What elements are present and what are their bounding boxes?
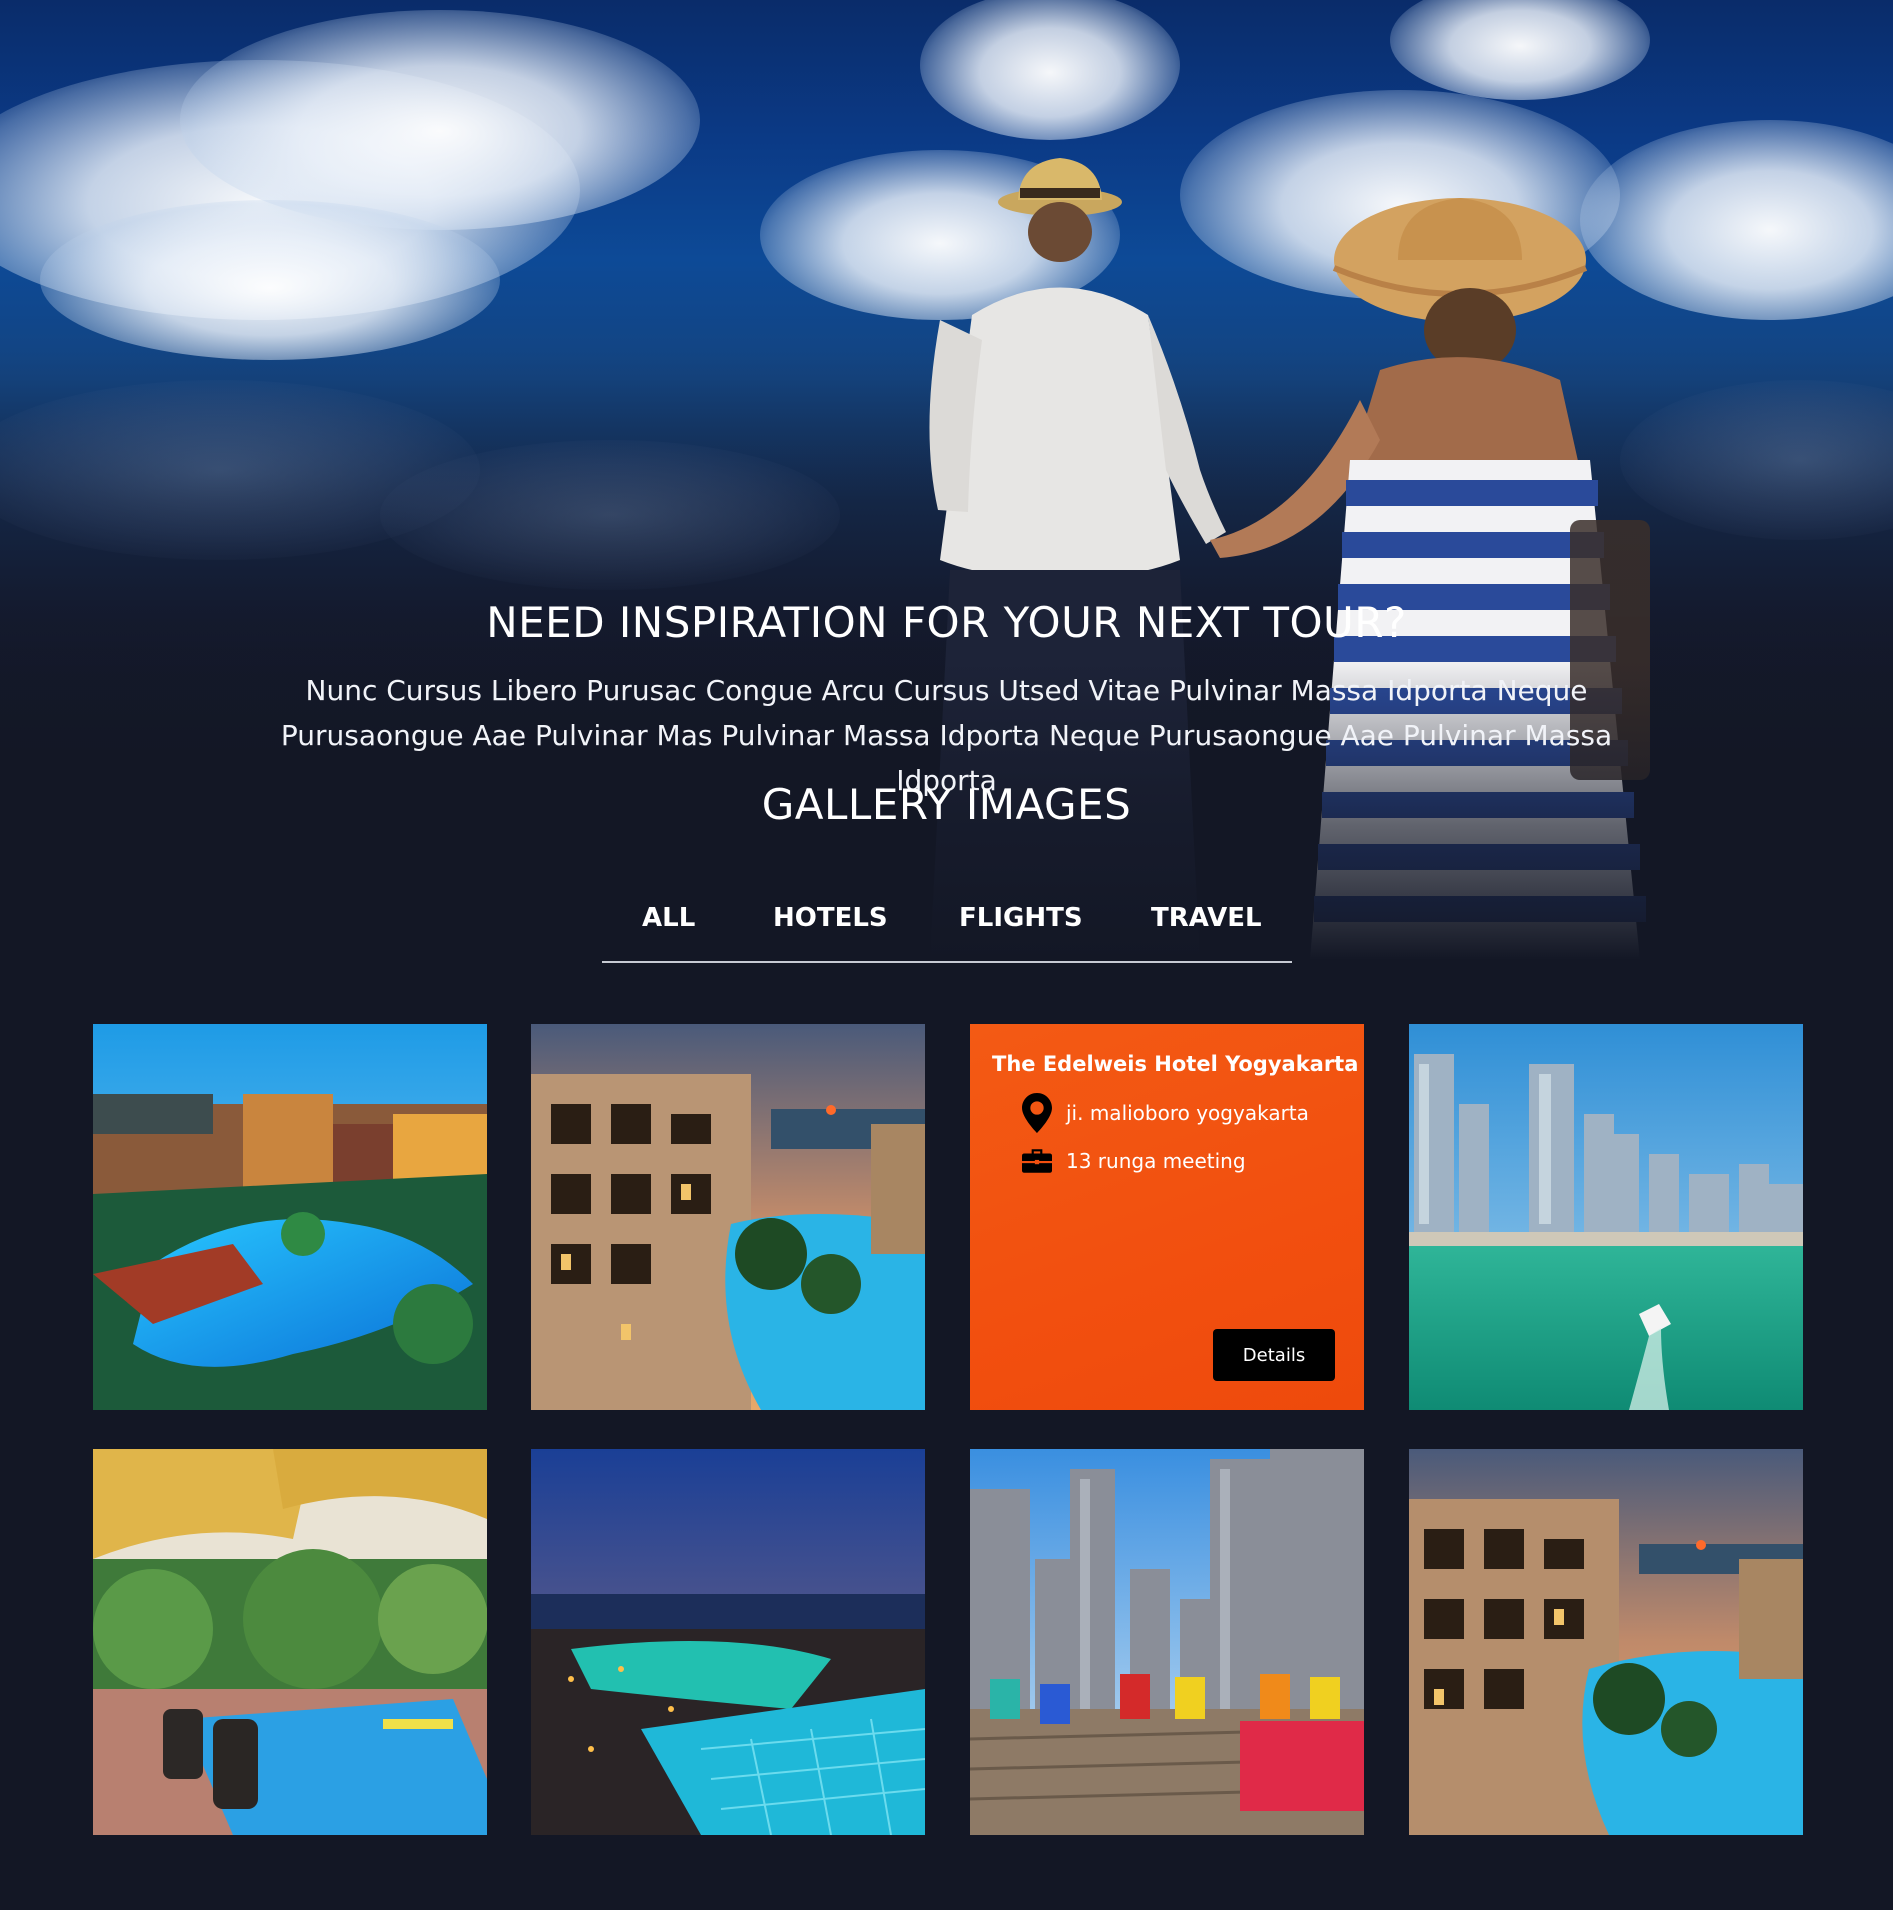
hotel-location-row: ji. malioboro yogyakarta: [1022, 1093, 1309, 1133]
gallery-image-tropical-pool[interactable]: [93, 1449, 487, 1835]
couple-photo: [880, 158, 1680, 960]
gallery-image-sunset-resort[interactable]: [531, 1024, 925, 1410]
hero-banner: [0, 0, 1893, 1000]
hotel-meeting-row: 13 runga meeting: [1022, 1148, 1246, 1174]
page: NEED INSPIRATION FOR YOUR NEXT TOUR? Nun…: [0, 0, 1893, 1910]
gallery-title: GALLERY IMAGES: [761, 780, 1132, 829]
gallery-image-resort-canal[interactable]: [1409, 1449, 1803, 1835]
gallery-image-marina-skyline[interactable]: [1409, 1024, 1803, 1410]
details-button[interactable]: Details: [1213, 1329, 1335, 1381]
tab-flights[interactable]: FLIGHTS: [959, 903, 1083, 933]
tab-travel[interactable]: TRAVEL: [1151, 903, 1262, 933]
gallery-image-resort-pool[interactable]: [93, 1024, 487, 1410]
briefcase-icon: [1022, 1148, 1052, 1174]
inspiration-title: NEED INSPIRATION FOR YOUR NEXT TOUR?: [486, 598, 1407, 647]
gallery-image-night-resort[interactable]: [531, 1449, 925, 1835]
featured-hotel-card[interactable]: The Edelweis Hotel Yogyakarta ji. maliob…: [970, 1024, 1364, 1410]
tab-hotels[interactable]: HOTELS: [773, 903, 888, 933]
hotel-location: ji. malioboro yogyakarta: [1066, 1101, 1309, 1125]
gallery-image-rooftop-deck[interactable]: [970, 1449, 1364, 1835]
hotel-meeting: 13 runga meeting: [1066, 1149, 1246, 1173]
tab-all[interactable]: ALL: [642, 903, 695, 933]
gallery-filter-tabs: ALL HOTELS FLIGHTS TRAVEL: [602, 895, 1292, 963]
